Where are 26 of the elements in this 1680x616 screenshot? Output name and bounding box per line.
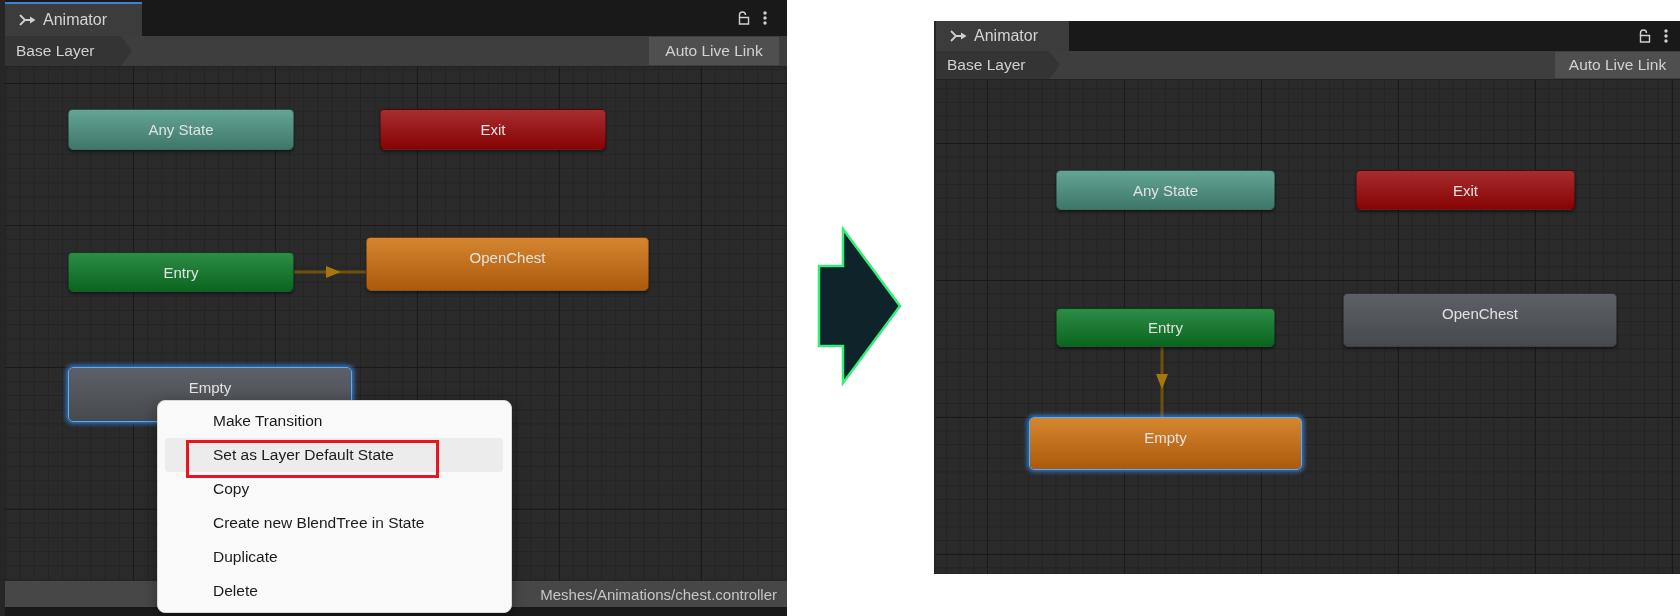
lock-icon[interactable]: [1639, 29, 1651, 43]
tab[interactable]: Animator: [936, 21, 1069, 51]
menu-item[interactable]: Copy: [165, 472, 503, 506]
more-menu-icon[interactable]: [1664, 29, 1668, 43]
transition-arrow: [1155, 347, 1168, 417]
menu-item[interactable]: Set as Layer Default State: [165, 438, 503, 472]
asset-path-label: Meshes/Animations/chest.controller: [540, 585, 777, 603]
menu-item[interactable]: Delete: [165, 574, 503, 608]
breadcrumb[interactable]: Base Layer: [5, 36, 132, 66]
breadcrumb[interactable]: Base Layer: [936, 51, 1060, 79]
right-arrow-icon: [817, 226, 903, 386]
branch-arrow-icon: [950, 30, 967, 42]
auto-live-link-button[interactable]: Auto Live Link: [1555, 52, 1680, 78]
state-node[interactable]: Exit: [1356, 170, 1575, 210]
branch-arrow-icon: [19, 14, 36, 26]
state-node[interactable]: Entry: [68, 252, 294, 292]
auto-live-link-button[interactable]: Auto Live Link: [649, 37, 779, 65]
state-node[interactable]: OpenChest: [1343, 293, 1617, 347]
state-node[interactable]: Exit: [380, 109, 606, 150]
more-menu-icon[interactable]: [763, 11, 767, 25]
menu-item[interactable]: Create new BlendTree in State: [165, 506, 503, 540]
state-node[interactable]: Entry: [1056, 308, 1275, 347]
menu-item[interactable]: Duplicate: [165, 540, 503, 574]
transition-arrow: [294, 266, 366, 278]
tab[interactable]: Animator: [5, 2, 142, 36]
lock-icon[interactable]: [738, 11, 750, 25]
